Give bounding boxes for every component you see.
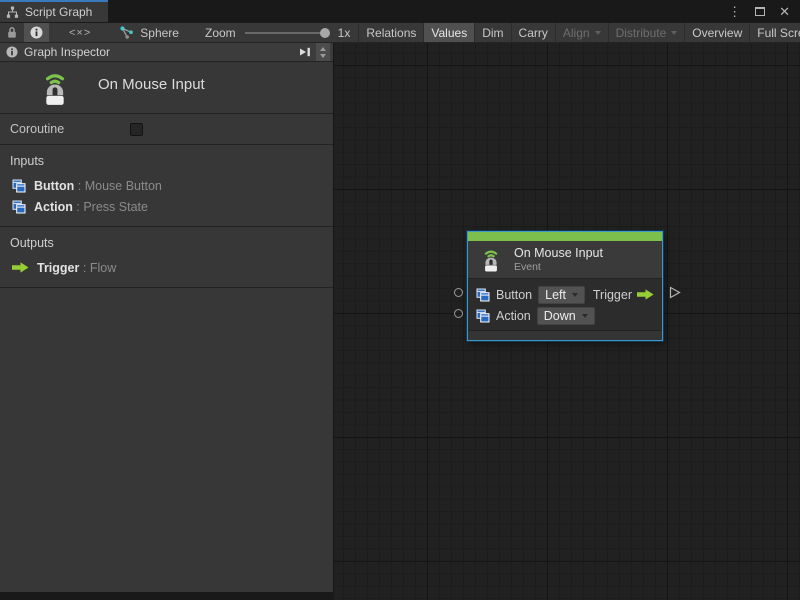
node-footer [468,330,662,340]
tab-title: Script Graph [25,5,92,19]
output-item-trigger: Trigger : Flow [0,257,333,278]
graph-inspector-panel: Graph Inspector [0,43,334,592]
chevron-down-icon [671,31,677,35]
chevron-down-icon [595,31,601,35]
graph-target-label: Sphere [140,26,179,40]
close-button[interactable]: ✕ [779,5,790,18]
graph-toolbar: <×> Sphere Zoom 1x Relations Values Dim … [0,22,800,43]
node-on-mouse-input[interactable]: On Mouse Input Event Butto [467,231,663,341]
info-icon [6,46,18,58]
toolbar-button-align[interactable]: Align [555,23,608,42]
outputs-section: Outputs Trigger : Flow [0,227,333,288]
button-value-dropdown[interactable]: Left [538,286,585,304]
toolbar-button-distribute[interactable]: Distribute [608,23,685,42]
chevron-down-icon [572,293,578,297]
toolbar-button-group: Relations Values Dim Carry Align Distrib… [358,23,800,42]
main-area: Graph Inspector [0,43,800,600]
coroutine-row: Coroutine [0,114,333,145]
dock-panel-icon[interactable] [297,46,312,58]
info-toggle-button[interactable] [24,23,49,42]
input-item-button: Button : Mouse Button [0,175,333,196]
kebab-menu-icon: ⋮ [728,4,741,19]
port-label-button: Button [496,288,532,302]
input-item-action: Action : Press State [0,196,333,217]
port-row-button: Button Left Trigger [476,284,654,305]
inputs-section: Inputs Button : Mouse Button [0,145,333,227]
input-port-circle-action[interactable] [454,309,463,318]
flow-arrow-icon [12,262,29,273]
inspector-header: Graph Inspector [0,43,333,62]
toolbar-button-full-screen[interactable]: Full Screen [749,23,800,42]
chevron-down-icon [582,314,588,318]
mouse-input-icon [36,69,74,107]
trigger-label: Trigger [593,288,632,302]
graph-canvas[interactable]: On Mouse Input Event Butto [334,43,800,600]
inspector-title: Graph Inspector [24,45,110,59]
port-row-action: Action Down [476,305,654,326]
info-icon [30,26,43,39]
node-header[interactable]: On Mouse Input Event [468,241,662,279]
node-accent-bar [468,232,662,241]
code-view-button[interactable]: <×> [49,23,111,42]
action-value-dropdown[interactable]: Down [537,307,595,325]
output-port-triangle[interactable] [669,286,681,299]
value-port-icon[interactable] [476,288,490,302]
maximize-button[interactable] [755,5,765,18]
inspector-stepper[interactable] [316,43,330,61]
trigger-output[interactable]: Trigger [593,288,654,302]
node-title: On Mouse Input [514,246,603,261]
chevron-up-icon [320,47,326,51]
node-frame[interactable]: On Mouse Input Event Butto [467,231,663,341]
graph-target[interactable]: Sphere [111,25,189,40]
unit-header: On Mouse Input [0,62,333,114]
toolbar-button-dim[interactable]: Dim [474,23,510,42]
coroutine-checkbox[interactable] [130,123,143,136]
lock-button[interactable] [0,23,24,42]
port-label-action: Action [496,309,531,323]
value-port-icon[interactable] [476,309,490,323]
graph-pointer-icon [119,25,134,40]
lock-icon [6,26,18,39]
flow-arrow-icon [637,289,654,300]
toolbar-button-overview[interactable]: Overview [684,23,749,42]
zoom-control: Zoom 1x [189,26,358,40]
close-icon: ✕ [779,4,790,19]
chevron-down-icon [320,54,326,58]
code-icon: <×> [55,27,105,39]
outputs-header: Outputs [0,236,333,250]
node-subtitle: Event [514,261,603,273]
toolbar-button-relations[interactable]: Relations [358,23,423,42]
zoom-label: Zoom [205,26,236,40]
script-graph-icon [6,6,19,18]
inspector-empty-area [0,288,333,592]
window-titlebar: Script Graph ⋮ ✕ [0,0,800,22]
value-port-icon [12,200,26,214]
unit-title: On Mouse Input [98,76,205,93]
mouse-input-icon [478,247,504,273]
toolbar-button-carry[interactable]: Carry [511,23,555,42]
node-body: Button Left Trigger [468,279,662,330]
tab-script-graph[interactable]: Script Graph [0,0,108,22]
input-port-circle-button[interactable] [454,288,463,297]
zoom-slider-handle[interactable] [320,28,330,38]
maximize-icon [755,7,765,16]
script-graph-window: Script Graph ⋮ ✕ <×> [0,0,800,600]
inputs-header: Inputs [0,154,333,168]
toolbar-button-values[interactable]: Values [423,23,474,42]
coroutine-label: Coroutine [10,122,130,136]
zoom-value: 1x [338,26,351,40]
window-menu-button[interactable]: ⋮ [728,5,741,18]
zoom-slider[interactable] [245,32,329,34]
value-port-icon [12,179,26,193]
